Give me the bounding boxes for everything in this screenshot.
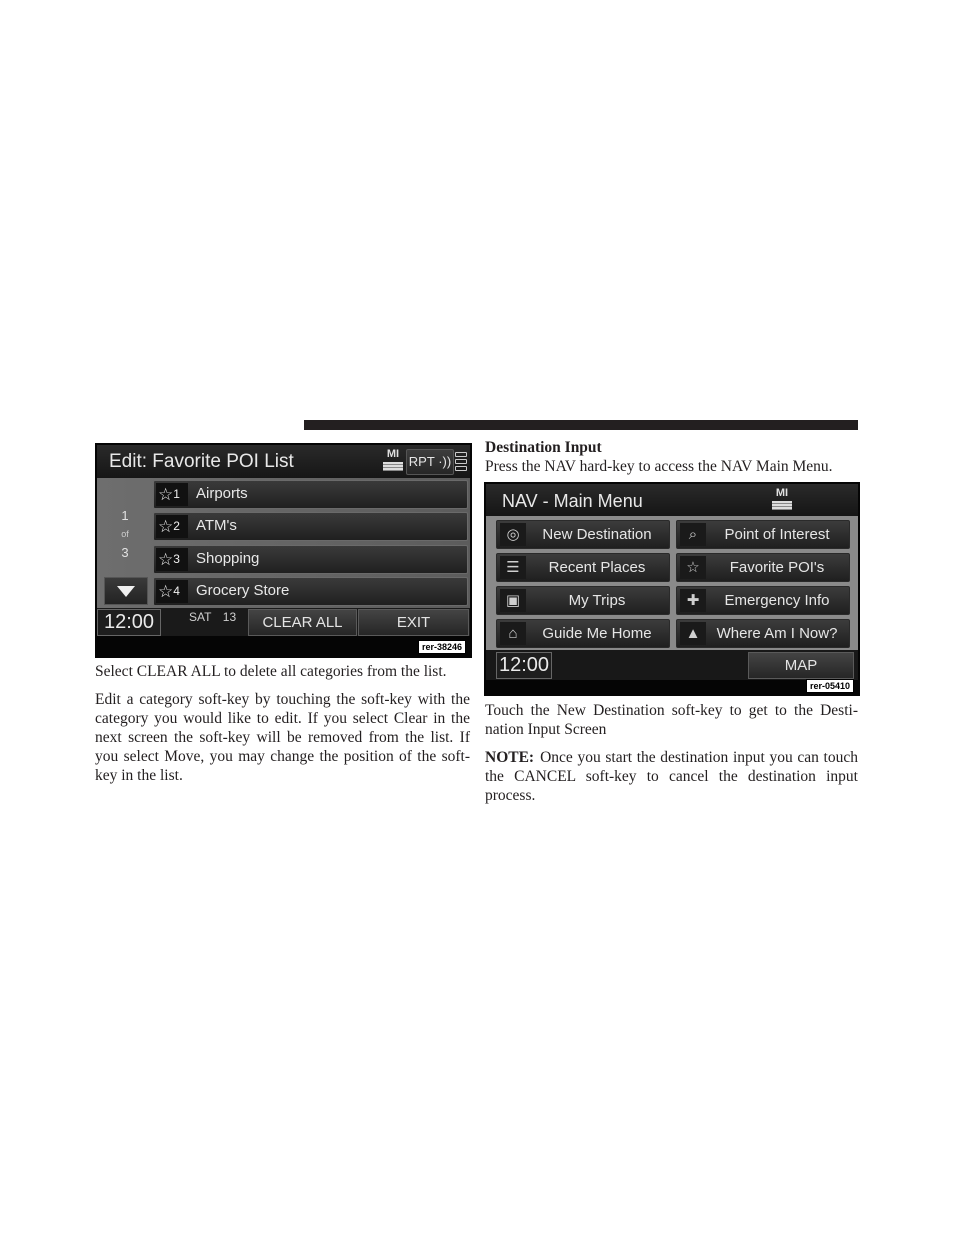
figure-ref: rer-38246 [417,640,466,654]
day-label: SAT [189,610,212,624]
button-label: New Destination [542,526,652,543]
paragraph: Edit a category soft-key by touching the… [95,691,470,784]
nav-main-menu-screen: NAV - Main Menu MI ◎ New Destination ⌕ P… [484,482,860,696]
units-flag-icon: MI [771,488,793,514]
poi-item-label: Shopping [196,550,260,567]
header-rule [304,420,858,430]
note-paragraph: NOTE: Once you start the destination inpu… [485,748,858,805]
screen-header: Edit: Favorite POI List MI RPT ·)) [97,445,470,478]
date-display: SAT 13 [189,610,236,624]
seat-icon [455,452,467,472]
button-label: My Trips [568,592,626,609]
clock[interactable]: 12:00 [97,609,161,636]
poi-item[interactable]: ☆2 ATM's [153,512,468,541]
repeat-button[interactable]: RPT ·)) [406,449,454,475]
button-label: Favorite POI's [729,559,825,576]
button-label: Guide Me Home [542,625,652,642]
units-flag-icon: MI [382,449,404,475]
my-trips-button[interactable]: ▣ My Trips [496,586,670,615]
repeat-label: RPT [408,454,435,469]
poi-item[interactable]: ☆3 Shopping [153,545,468,574]
right-column-text: Touch the New Destination soft-key to ge… [485,701,858,805]
units-label: MI [386,448,400,460]
poi-item-label: Airports [196,485,248,502]
where-am-i-now-button[interactable]: ▲ Where Am I Now? [676,619,850,648]
star-icon: ☆1 [156,483,188,506]
paragraph: Press the NAV hard-key to access the NAV… [485,458,833,475]
poi-item[interactable]: ☆1 Airports [153,480,468,509]
section-heading: Destination Input [485,439,602,456]
new-destination-button[interactable]: ◎ New Destination [496,520,670,549]
emergency-info-button[interactable]: ✚ Emergency Info [676,586,850,615]
poi-item[interactable]: ☆4 Grocery Store [153,577,468,606]
destination-icon: ◎ [500,523,526,546]
units-label: MI [775,487,789,499]
sound-waves-icon: ·)) [438,454,452,469]
cross-icon: ✚ [680,589,706,612]
point-of-interest-button[interactable]: ⌕ Point of Interest [676,520,850,549]
flag-icon [383,462,403,471]
star-icon: ☆4 [156,580,188,603]
guide-me-home-button[interactable]: ⌂ Guide Me Home [496,619,670,648]
figure-ref: rer-05410 [805,679,854,693]
poi-item-label: ATM's [196,517,237,534]
nav-menu-grid: ◎ New Destination ⌕ Point of Interest ☰ … [486,516,858,650]
edit-favorite-poi-screen: Edit: Favorite POI List MI RPT ·)) 1 of … [95,443,472,658]
button-label: Point of Interest [724,526,830,543]
page-total: 3 [121,545,129,560]
right-column-intro: Destination Input Press the NAV hard-key… [485,438,860,476]
paragraph: Touch the New Destination soft-key to ge… [485,702,858,738]
clear-all-button[interactable]: CLEAR ALL [248,609,357,636]
page-of: of [121,529,129,539]
scroll-down-button[interactable] [104,577,148,605]
star-icon: ☆2 [156,515,188,538]
button-label: Recent Places [548,559,646,576]
compass-icon: ▲ [680,622,706,645]
page-indicator: 1 of 3 [107,508,143,560]
list-icon: ☰ [500,556,526,579]
clock[interactable]: 12:00 [496,652,552,679]
screen-title: NAV - Main Menu [502,491,643,511]
page-current: 1 [121,508,129,523]
screen-footer: 12:00 MAP [486,650,858,680]
home-icon: ⌂ [500,622,526,645]
star-icon: ☆ [680,556,706,579]
star-icon: ☆3 [156,548,188,571]
recent-places-button[interactable]: ☰ Recent Places [496,553,670,582]
briefcase-icon: ▣ [500,589,526,612]
poi-item-label: Grocery Store [196,582,290,599]
poi-list-panel: 1 of 3 ☆1 Airports ☆2 ATM's ☆3 Shopping … [97,478,470,608]
screen-footer: 12:00 SAT 13 CLEAR ALL EXIT [97,608,470,636]
exit-button[interactable]: EXIT [358,609,469,636]
button-label: Where Am I Now? [716,625,838,642]
date-label: 13 [222,610,237,624]
note-text: Once you start the destination input you… [485,749,858,804]
favorite-pois-button[interactable]: ☆ Favorite POI's [676,553,850,582]
map-button[interactable]: MAP [748,652,854,679]
left-column-text: Select CLEAR ALL to delete all categorie… [95,662,470,785]
screen-title: Edit: Favorite POI List [109,451,294,472]
flag-icon [772,501,792,510]
poi-search-icon: ⌕ [680,523,706,546]
paragraph: Select CLEAR ALL to delete all categorie… [95,663,447,680]
note-label: NOTE: [485,749,535,766]
screen-header: NAV - Main Menu MI [486,484,858,516]
button-label: Emergency Info [724,592,830,609]
